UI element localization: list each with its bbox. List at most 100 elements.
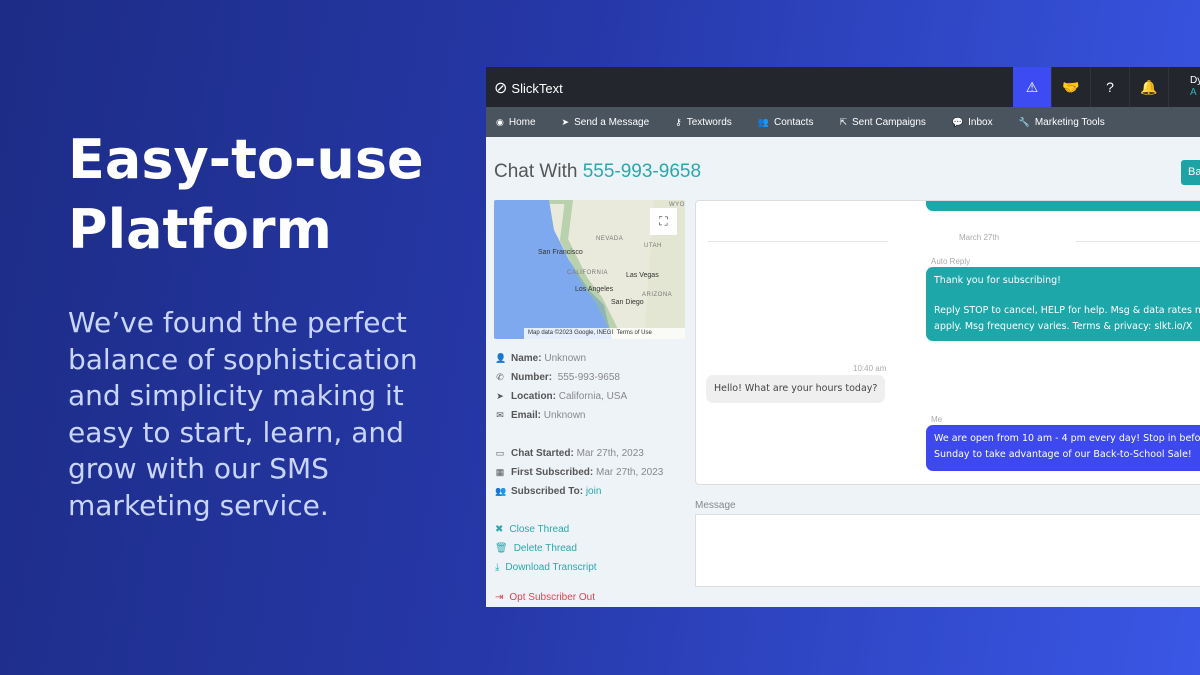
- nav-contacts[interactable]: 👥 Contacts: [758, 117, 814, 128]
- sender-label: Me: [931, 415, 943, 424]
- map-attribution: Map data ©2023 Google, INEGI: [528, 330, 614, 336]
- hero-body: We’ve found the perfect balance of sophi…: [68, 306, 418, 522]
- sign-out-icon: ⇥: [495, 592, 504, 603]
- chat-with-label: Chat With: [494, 161, 578, 182]
- comments-icon: 💬: [951, 116, 964, 127]
- field-label: Email:: [511, 410, 542, 421]
- user-name: Dy: [1190, 75, 1200, 86]
- previous-message-bubble: [926, 201, 1200, 211]
- chat-started: ▭ Chat Started: Mar 27th, 2023: [495, 448, 644, 459]
- page-title: Chat With 555-993-9658: [494, 161, 701, 183]
- brand-logo[interactable]: ⊘ SlickText: [494, 78, 563, 98]
- message-thread: March 27th Auto Reply Thank you for subs…: [695, 200, 1200, 485]
- contact-number: ✆ Number: 555-993-9658: [495, 372, 620, 383]
- map-state-label: NEVADA: [596, 236, 624, 242]
- nav-sent-campaigns[interactable]: ⇱ Sent Campaigns: [839, 117, 925, 128]
- key-icon: ⚷: [675, 116, 682, 127]
- close-thread-link[interactable]: ✖ Close Thread: [495, 524, 569, 535]
- users-icon: 👥: [757, 116, 769, 127]
- brand-name: SlickText: [511, 80, 563, 96]
- download-transcript-link[interactable]: ⤓ Download Transcript: [495, 562, 597, 573]
- message-time: 10:40 am: [853, 364, 887, 373]
- field-label: Subscribed To:: [511, 486, 584, 497]
- nav-label: Marketing Tools: [1034, 116, 1105, 128]
- auto-reply-label: Auto Reply: [931, 257, 971, 266]
- fullscreen-icon[interactable]: ⛶: [650, 208, 677, 235]
- map-city-label: Las Vegas: [626, 272, 659, 279]
- auto-reply-bubble: Thank you for subscribing! Reply STOP to …: [926, 267, 1200, 341]
- main-nav: ◉ Home ➤ Send a Message ⚷ Textwords 👥 Contac…: [486, 107, 1200, 137]
- field-value: Unknown: [544, 353, 587, 364]
- dashboard-icon: ◉: [496, 116, 504, 127]
- users-icon: 👥: [495, 486, 507, 496]
- nav-label: Sent Campaigns: [852, 116, 926, 128]
- action-label: Delete Thread: [513, 543, 577, 554]
- help-icon[interactable]: ?: [1091, 67, 1130, 107]
- map-terms-link[interactable]: Terms of Use: [616, 330, 651, 336]
- back-button[interactable]: Ba: [1181, 160, 1200, 185]
- contact-email: ✉ Email: Unknown: [495, 410, 586, 421]
- nav-label: Contacts: [773, 116, 814, 128]
- subscribed-to: 👥 Subscribed To: join: [495, 486, 601, 497]
- message-input[interactable]: [695, 514, 1200, 587]
- map-city-label: San Diego: [611, 299, 644, 306]
- incoming-message-bubble: Hello! What are your hours today?: [706, 375, 886, 403]
- delete-thread-link[interactable]: 🗑 Delete Thread: [495, 543, 577, 554]
- message-text: Reply STOP to cancel, HELP for help. Msg…: [934, 305, 1200, 332]
- action-label: Download Transcript: [505, 562, 597, 573]
- logo-icon: ⊘: [494, 80, 508, 97]
- location-map[interactable]: NEVADA UTAH CALIFORNIA ARIZONA WYO San F…: [494, 200, 685, 339]
- wrench-icon: 🔧: [1018, 116, 1030, 127]
- chat-number: 555-993-9658: [582, 161, 702, 182]
- map-state-label: CALIFORNIA: [567, 270, 609, 276]
- envelope-icon: ✉: [496, 410, 504, 420]
- share-icon: ⇱: [839, 116, 847, 127]
- nav-home[interactable]: ◉ Home: [496, 117, 536, 128]
- map-city-label: San Francisco: [538, 249, 583, 256]
- calendar-icon: ▦: [495, 467, 505, 477]
- map-city-label: Los Angeles: [575, 286, 614, 293]
- nav-label: Home: [508, 116, 536, 128]
- field-value: California, USA: [558, 391, 628, 402]
- field-value: 555-993-9658: [557, 372, 620, 383]
- contact-location: ➤ Location: California, USA: [495, 391, 627, 402]
- nav-label: Inbox: [968, 116, 993, 128]
- divider: [708, 241, 888, 242]
- user-menu[interactable]: Dy A: [1190, 75, 1200, 99]
- nav-marketing-tools[interactable]: 🔧 Marketing Tools: [1019, 117, 1105, 128]
- subscribed-list-link[interactable]: join: [586, 486, 602, 497]
- message-text: Thank you for subscribing!: [934, 275, 1061, 286]
- map-footer: Map data ©2023 Google, INEGI Terms of Us…: [524, 328, 685, 339]
- nav-label: Textwords: [686, 116, 732, 128]
- warning-icon[interactable]: ⚠: [1013, 67, 1052, 107]
- close-icon: ✖: [495, 524, 504, 535]
- bell-icon[interactable]: 🔔: [1130, 67, 1169, 107]
- nav-send-message[interactable]: ➤ Send a Message: [562, 117, 650, 128]
- calendar-icon: ▭: [495, 448, 505, 458]
- field-value: Mar 27th, 2023: [596, 467, 664, 478]
- action-label: Close Thread: [509, 524, 570, 535]
- user-icon: 👤: [495, 353, 507, 363]
- handshake-icon[interactable]: 🤝: [1052, 67, 1091, 107]
- field-label: First Subscribed:: [511, 467, 594, 478]
- first-subscribed: ▦ First Subscribed: Mar 27th, 2023: [495, 467, 664, 478]
- hero-title: Easy-to-use Platform: [68, 128, 424, 261]
- action-label: Opt Subscriber Out: [509, 592, 595, 603]
- nav-label: Send a Message: [574, 116, 650, 128]
- nav-textwords[interactable]: ⚷ Textwords: [675, 117, 732, 128]
- map-state-label: UTAH: [644, 243, 662, 249]
- paper-plane-icon: ➤: [561, 116, 570, 127]
- outgoing-message-bubble: We are open from 10 am - 4 pm every day!…: [926, 425, 1200, 471]
- field-value: Unknown: [543, 410, 586, 421]
- message-label: Message: [695, 500, 736, 511]
- date-separator: March 27th: [959, 233, 1000, 242]
- nav-inbox[interactable]: 💬 Inbox: [952, 117, 993, 128]
- field-label: Chat Started:: [511, 448, 574, 459]
- top-bar: ⊘ SlickText ⚠ 🤝 ? 🔔 Dy A: [486, 67, 1200, 107]
- field-label: Number:: [511, 372, 553, 383]
- location-arrow-icon: ➤: [496, 391, 504, 401]
- field-label: Name:: [511, 353, 542, 364]
- contact-name: 👤 Name: Unknown: [495, 353, 586, 364]
- opt-out-link[interactable]: ⇥ Opt Subscriber Out: [495, 592, 595, 603]
- user-role: A: [1190, 87, 1197, 98]
